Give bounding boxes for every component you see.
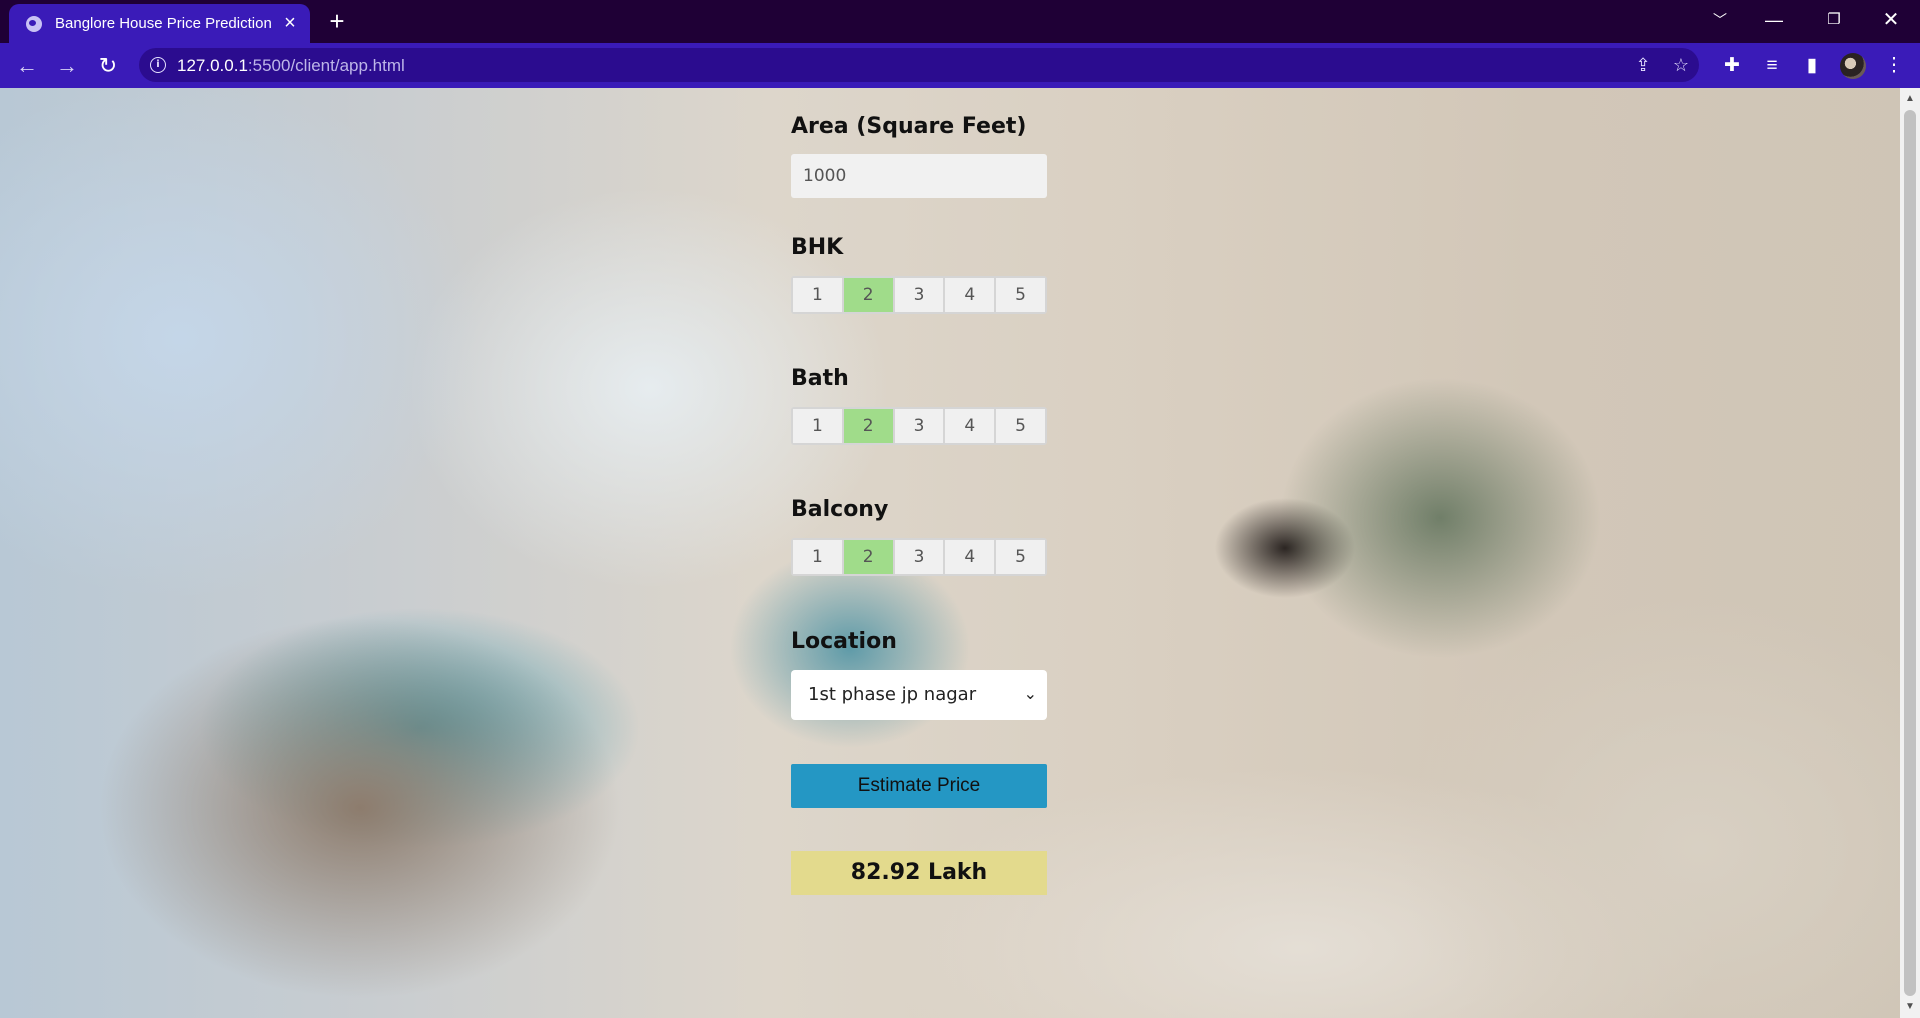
tab-search-icon[interactable]: ﹀: [1700, 6, 1740, 34]
estimated-price-result: 82.92 Lakh: [791, 851, 1047, 895]
arrow-left-icon[interactable]: ←: [12, 51, 42, 81]
window-close-icon[interactable]: ✕: [1871, 6, 1911, 34]
bhk-option[interactable]: 4: [945, 278, 997, 312]
bath-option[interactable]: 3: [894, 409, 946, 443]
balcony-option[interactable]: 5: [996, 540, 1045, 574]
chevron-down-icon: ⌄: [1023, 686, 1037, 703]
location-selected-value: 1st phase jp nagar: [808, 684, 977, 705]
balcony-option[interactable]: 2: [843, 540, 895, 574]
bhk-option[interactable]: 3: [894, 278, 946, 312]
restore-icon[interactable]: ❐: [1814, 6, 1854, 34]
location-select[interactable]: 1st phase jp nagar ⌄: [791, 670, 1047, 720]
bath-option[interactable]: 5: [996, 409, 1045, 443]
kebab-menu-icon[interactable]: ⋮: [1880, 52, 1908, 80]
bath-option[interactable]: 1: [793, 409, 844, 443]
browser-titlebar: Banglore House Price Prediction × + ﹀ — …: [0, 0, 1920, 43]
star-icon[interactable]: ☆: [1669, 54, 1693, 76]
balcony-label: Balcony: [791, 497, 889, 522]
scroll-down-icon[interactable]: ▼: [1900, 1000, 1920, 1014]
address-bar[interactable]: i 127.0.0.1:5500/client/app.html ⇪ ☆: [139, 48, 1699, 82]
media-queue-icon[interactable]: ≡: [1758, 52, 1786, 80]
plus-icon[interactable]: +: [325, 8, 349, 34]
bath-option[interactable]: 2: [843, 409, 895, 443]
balcony-option[interactable]: 3: [894, 540, 946, 574]
minimize-icon[interactable]: —: [1754, 6, 1794, 34]
bhk-option[interactable]: 5: [996, 278, 1045, 312]
avatar[interactable]: [1840, 53, 1866, 79]
side-panel-icon[interactable]: ▮: [1798, 52, 1826, 80]
tab-title: Banglore House Price Prediction: [55, 15, 272, 32]
bath-option[interactable]: 4: [945, 409, 997, 443]
bhk-option[interactable]: 2: [843, 278, 895, 312]
estimate-price-button[interactable]: Estimate Price: [791, 764, 1047, 808]
arrow-right-icon[interactable]: →: [52, 51, 82, 81]
area-label: Area (Square Feet): [791, 114, 1027, 139]
page-scrollbar[interactable]: ▲ ▼: [1900, 88, 1920, 1018]
close-icon[interactable]: ×: [279, 12, 301, 34]
scrollbar-thumb[interactable]: [1904, 110, 1916, 996]
reload-icon[interactable]: ↻: [93, 51, 123, 81]
share-icon[interactable]: ⇪: [1631, 54, 1655, 76]
bhk-label: BHK: [791, 235, 844, 260]
globe-icon: [26, 16, 42, 32]
area-input[interactable]: [791, 154, 1047, 198]
puzzle-icon[interactable]: ✚: [1718, 52, 1746, 80]
bhk-option[interactable]: 1: [793, 278, 844, 312]
browser-tab[interactable]: Banglore House Price Prediction ×: [9, 4, 310, 43]
balcony-option[interactable]: 4: [945, 540, 997, 574]
info-icon[interactable]: i: [150, 57, 166, 73]
browser-toolbar: ← → ↻ i 127.0.0.1:5500/client/app.html ⇪…: [0, 43, 1920, 88]
page-viewport: Area (Square Feet) BHK 12345 Bath 12345 …: [0, 88, 1920, 1018]
bhk-selector[interactable]: 12345: [791, 276, 1047, 314]
scroll-up-icon[interactable]: ▲: [1900, 92, 1920, 106]
location-label: Location: [791, 629, 897, 654]
bath-label: Bath: [791, 366, 849, 391]
balcony-selector[interactable]: 12345: [791, 538, 1047, 576]
balcony-option[interactable]: 1: [793, 540, 844, 574]
url-text: 127.0.0.1:5500/client/app.html: [177, 56, 405, 75]
bath-selector[interactable]: 12345: [791, 407, 1047, 445]
